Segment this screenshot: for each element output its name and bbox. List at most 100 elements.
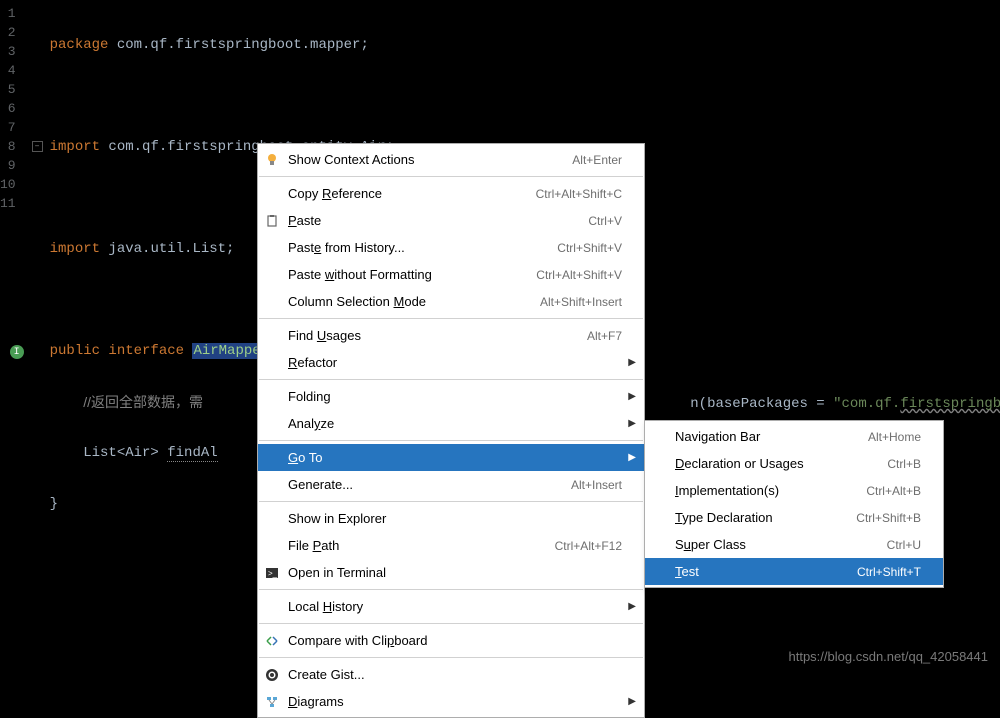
menu-item-paste-without-formatting[interactable]: Paste without FormattingCtrl+Alt+Shift+V (258, 261, 644, 288)
menu-item-label: Paste (288, 213, 588, 228)
menu-separator (259, 623, 643, 624)
submenu-item-test[interactable]: TestCtrl+Shift+T (645, 558, 943, 585)
menu-item-open-in-terminal[interactable]: >_ Open in Terminal (258, 559, 644, 586)
line-number: 6 (0, 99, 16, 118)
menu-item-compare-with-clipboard[interactable]: Compare with Clipboard (258, 627, 644, 654)
line-number: 2 (0, 23, 16, 42)
menu-item-file-path[interactable]: File PathCtrl+Alt+F12 (258, 532, 644, 559)
menu-item-label: Super Class (675, 537, 887, 552)
menu-item-label: File Path (288, 538, 555, 553)
gutter-run-icon[interactable]: I (10, 345, 24, 359)
svg-text:>_: >_ (268, 569, 278, 578)
submenu-item-navigation-bar[interactable]: Navigation BarAlt+Home (645, 423, 943, 450)
line-number: 5 (0, 80, 16, 99)
submenu-arrow-icon: ▶ (628, 357, 636, 368)
menu-separator (259, 501, 643, 502)
menu-item-shortcut: Ctrl+Shift+V (557, 241, 622, 255)
submenu-arrow-icon: ▶ (628, 452, 636, 463)
menu-item-shortcut: Ctrl+B (887, 457, 921, 471)
submenu-arrow-icon: ▶ (628, 418, 636, 429)
menu-item-label: Column Selection Mode (288, 294, 540, 309)
diagram-icon (264, 694, 280, 710)
menu-item-find-usages[interactable]: Find UsagesAlt+F7 (258, 322, 644, 349)
string: firstspringboo (900, 396, 1000, 412)
menu-item-label: Local History (288, 599, 622, 614)
menu-item-label: Open in Terminal (288, 565, 622, 580)
line-number: 10 (0, 175, 16, 194)
line-number: 7 (0, 118, 16, 137)
menu-item-shortcut: Alt+Enter (572, 153, 622, 167)
menu-item-label: Show in Explorer (288, 511, 622, 526)
menu-separator (259, 379, 643, 380)
menu-item-label: Diagrams (288, 694, 622, 709)
code-text: java.util.List; (100, 241, 234, 257)
submenu-item-super-class[interactable]: Super ClassCtrl+U (645, 531, 943, 558)
menu-item-shortcut: Ctrl+V (588, 214, 622, 228)
menu-item-show-in-explorer[interactable]: Show in Explorer (258, 505, 644, 532)
menu-item-analyze[interactable]: Analyze▶ (258, 410, 644, 437)
watermark: https://blog.csdn.net/qq_42058441 (789, 649, 989, 664)
menu-item-create-gist[interactable]: Create Gist... (258, 661, 644, 688)
menu-item-paste-from-history[interactable]: Paste from History...Ctrl+Shift+V (258, 234, 644, 261)
menu-separator (259, 589, 643, 590)
menu-item-label: Navigation Bar (675, 429, 868, 444)
menu-item-label: Find Usages (288, 328, 587, 343)
keyword: public (50, 343, 109, 359)
menu-item-go-to[interactable]: Go To ▶ (258, 444, 644, 471)
menu-item-column-selection-mode[interactable]: Column Selection ModeAlt+Shift+Insert (258, 288, 644, 315)
menu-item-local-history[interactable]: Local History ▶ (258, 593, 644, 620)
code-text: n(basePackages = (690, 396, 833, 412)
submenu-item-implementation-s[interactable]: Implementation(s)Ctrl+Alt+B (645, 477, 943, 504)
menu-item-shortcut: Ctrl+U (887, 538, 921, 552)
menu-item-shortcut: Alt+Home (868, 430, 921, 444)
menu-item-label: Refactor (288, 355, 622, 370)
menu-separator (259, 176, 643, 177)
menu-item-label: Show Context Actions (288, 152, 572, 167)
string: "com.qf. (833, 396, 900, 412)
menu-item-paste[interactable]: PasteCtrl+V (258, 207, 644, 234)
menu-item-label: Go To (288, 450, 622, 465)
bulb-icon (264, 152, 280, 168)
keyword: package (50, 37, 109, 53)
code-text: com.qf.firstspringboot.mapper; (108, 37, 368, 53)
comment: //返回全部数据，需 (83, 394, 203, 410)
menu-item-folding[interactable]: Folding▶ (258, 383, 644, 410)
terminal-icon: >_ (264, 565, 280, 581)
menu-separator (259, 440, 643, 441)
menu-item-shortcut: Alt+Shift+Insert (540, 295, 622, 309)
menu-separator (259, 318, 643, 319)
github-icon (264, 667, 280, 683)
paste-icon (264, 213, 280, 229)
menu-item-shortcut: Ctrl+Alt+B (866, 484, 921, 498)
line-number: 3 (0, 42, 16, 61)
menu-item-label: Copy Reference (288, 186, 536, 201)
menu-item-shortcut: Alt+Insert (571, 478, 622, 492)
menu-item-copy-reference[interactable]: Copy ReferenceCtrl+Alt+Shift+C (258, 180, 644, 207)
submenu-item-declaration-or-usages[interactable]: Declaration or UsagesCtrl+B (645, 450, 943, 477)
menu-item-refactor[interactable]: Refactor ▶ (258, 349, 644, 376)
submenu-arrow-icon: ▶ (628, 696, 636, 707)
submenu-arrow-icon: ▶ (628, 601, 636, 612)
menu-item-diagrams[interactable]: Diagrams ▶ (258, 688, 644, 715)
keyword: import (50, 241, 100, 257)
menu-item-label: Folding (288, 389, 622, 404)
menu-item-shortcut: Ctrl+Shift+T (857, 565, 921, 579)
menu-item-show-context-actions[interactable]: Show Context ActionsAlt+Enter (258, 146, 644, 173)
line-number: 1 (0, 4, 16, 23)
menu-item-shortcut: Ctrl+Alt+Shift+C (536, 187, 622, 201)
menu-item-shortcut: Ctrl+Alt+Shift+V (536, 268, 622, 282)
menu-item-label: Create Gist... (288, 667, 622, 682)
line-number: 9 (0, 156, 16, 175)
line-gutter: 1234567891011 (0, 0, 28, 676)
menu-item-label: Test (675, 564, 857, 579)
keyword: interface (108, 343, 184, 359)
menu-item-label: Compare with Clipboard (288, 633, 622, 648)
submenu-item-type-declaration[interactable]: Type DeclarationCtrl+Shift+B (645, 504, 943, 531)
fold-icon[interactable]: – (32, 141, 43, 152)
goto-submenu: Navigation BarAlt+HomeDeclaration or Usa… (644, 420, 944, 588)
menu-separator (259, 657, 643, 658)
compare-icon (264, 633, 280, 649)
context-menu: Show Context ActionsAlt+Enter Copy Refere… (257, 143, 645, 718)
menu-item-generate[interactable]: Generate...Alt+Insert (258, 471, 644, 498)
line-number: 8 (0, 137, 16, 156)
